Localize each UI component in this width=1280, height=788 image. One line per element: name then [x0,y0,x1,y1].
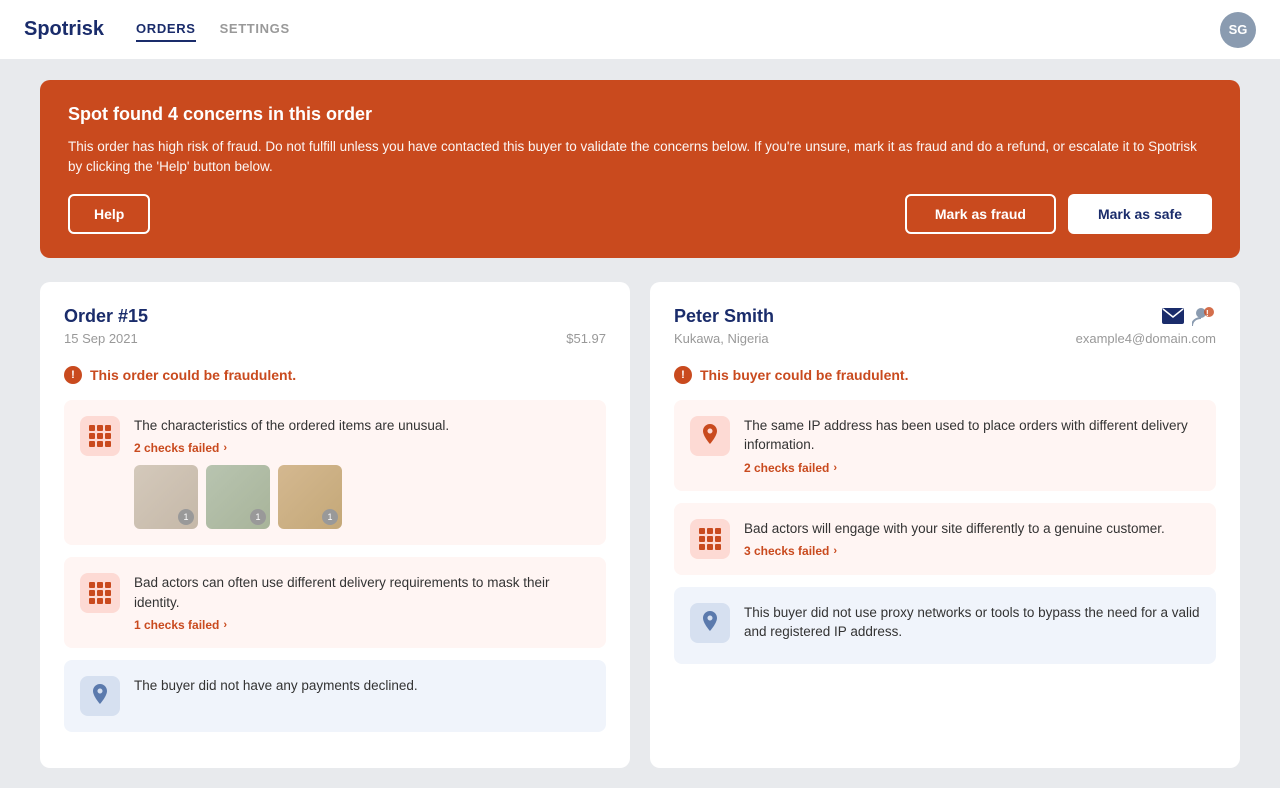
buyer-concern-icon-3 [690,603,730,643]
buyer-warning-icon: ! [674,366,692,384]
concern-text-3: The buyer did not have any payments decl… [134,676,590,696]
buyer-concern-content-3: This buyer did not use proxy networks or… [744,603,1200,648]
thumb-badge-3: 1 [322,509,338,525]
concern-content-1: The characteristics of the ordered items… [134,416,590,530]
header: Spotrisk ORDERS SETTINGS SG [0,0,1280,60]
buyer-concern-1: The same IP address has been used to pla… [674,400,1216,491]
pin-icon [90,684,110,708]
header-right: SG [1220,12,1256,48]
order-fraud-text: This order could be fraudulent. [90,367,296,383]
buyer-chevron-1: › [833,462,837,474]
order-title: Order #15 [64,306,606,327]
order-date: 15 Sep 2021 [64,331,138,346]
grid-icon-2 [89,582,111,604]
order-thumbnails: 1 1 1 [134,465,590,529]
order-amount: $51.97 [566,331,606,346]
order-fraud-warning: ! This order could be fraudulent. [64,366,606,384]
checks-failed-1[interactable]: 2 checks failed › [134,441,590,455]
warning-icon: ! [64,366,82,384]
main-nav: ORDERS SETTINGS [136,17,290,42]
logo: Spotrisk [24,18,104,41]
buyer-chevron-2: › [833,545,837,557]
svg-text:!: ! [1206,309,1209,318]
alert-title: Spot found 4 concerns in this order [68,104,1212,125]
concern-icon-blue-1 [80,676,120,716]
buyer-concern-content-2: Bad actors will engage with your site di… [744,519,1200,559]
nav-settings[interactable]: SETTINGS [220,17,290,42]
order-concern-2: Bad actors can often use different deliv… [64,557,606,648]
alert-right-buttons: Mark as fraud Mark as safe [905,194,1212,234]
thumb-badge-1: 1 [178,509,194,525]
concern-icon-grid-1 [80,416,120,456]
buyer-checks-failed-2[interactable]: 3 checks failed › [744,544,1200,558]
email-icon[interactable] [1162,308,1184,324]
buyer-concern-text-3: This buyer did not use proxy networks or… [744,603,1200,642]
buyer-card: Peter Smith ! Kukawa, Nigeria e [650,282,1240,769]
thumbnail-2: 1 [206,465,270,529]
thumbnail-3: 1 [278,465,342,529]
buyer-concern-2: Bad actors will engage with your site di… [674,503,1216,575]
checks-failed-2[interactable]: 1 checks failed › [134,618,590,632]
avatar[interactable]: SG [1220,12,1256,48]
buyer-concern-text-1: The same IP address has been used to pla… [744,416,1200,455]
mark-safe-button[interactable]: Mark as safe [1068,194,1212,234]
concern-content-3: The buyer did not have any payments decl… [134,676,590,716]
grid-icon [89,425,111,447]
order-meta: 15 Sep 2021 $51.97 [64,331,606,346]
concern-icon-grid-2 [80,573,120,613]
grid-icon-buyer [699,528,721,550]
chevron-icon-2: › [223,619,227,631]
buyer-concern-content-1: The same IP address has been used to pla… [744,416,1200,475]
content-columns: Order #15 15 Sep 2021 $51.97 ! This orde… [40,282,1240,769]
buyer-fraud-text: This buyer could be fraudulent. [700,367,908,383]
help-button[interactable]: Help [68,194,150,234]
thumb-badge-2: 1 [250,509,266,525]
alert-body: This order has high risk of fraud. Do no… [68,137,1212,178]
main-content: Spot found 4 concerns in this order This… [0,60,1280,788]
alert-banner: Spot found 4 concerns in this order This… [40,80,1240,258]
order-concern-1: The characteristics of the ordered items… [64,400,606,546]
concern-text-1: The characteristics of the ordered items… [134,416,590,436]
buyer-header: Peter Smith ! [674,306,1216,327]
buyer-icons: ! [1162,306,1216,326]
thumbnail-1: 1 [134,465,198,529]
concern-text-2: Bad actors can often use different deliv… [134,573,590,612]
buyer-concern-3: This buyer did not use proxy networks or… [674,587,1216,664]
chevron-icon: › [223,442,227,454]
alert-actions: Help Mark as fraud Mark as safe [68,194,1212,234]
pin-icon-blue [700,611,720,635]
buyer-concern-icon-2 [690,519,730,559]
pin-icon-red-1 [700,424,720,448]
user-flag-icon[interactable]: ! [1192,306,1216,326]
buyer-location: Kukawa, Nigeria [674,331,769,346]
buyer-fraud-warning: ! This buyer could be fraudulent. [674,366,1216,384]
buyer-concern-text-2: Bad actors will engage with your site di… [744,519,1200,539]
order-card: Order #15 15 Sep 2021 $51.97 ! This orde… [40,282,630,769]
nav-orders[interactable]: ORDERS [136,17,196,42]
buyer-checks-failed-1[interactable]: 2 checks failed › [744,461,1200,475]
buyer-concern-icon-1 [690,416,730,456]
buyer-email: example4@domain.com [1076,331,1216,346]
concern-content-2: Bad actors can often use different deliv… [134,573,590,632]
buyer-meta: Kukawa, Nigeria example4@domain.com [674,331,1216,346]
buyer-name: Peter Smith [674,306,774,327]
order-concern-3: The buyer did not have any payments decl… [64,660,606,732]
mark-fraud-button[interactable]: Mark as fraud [905,194,1056,234]
